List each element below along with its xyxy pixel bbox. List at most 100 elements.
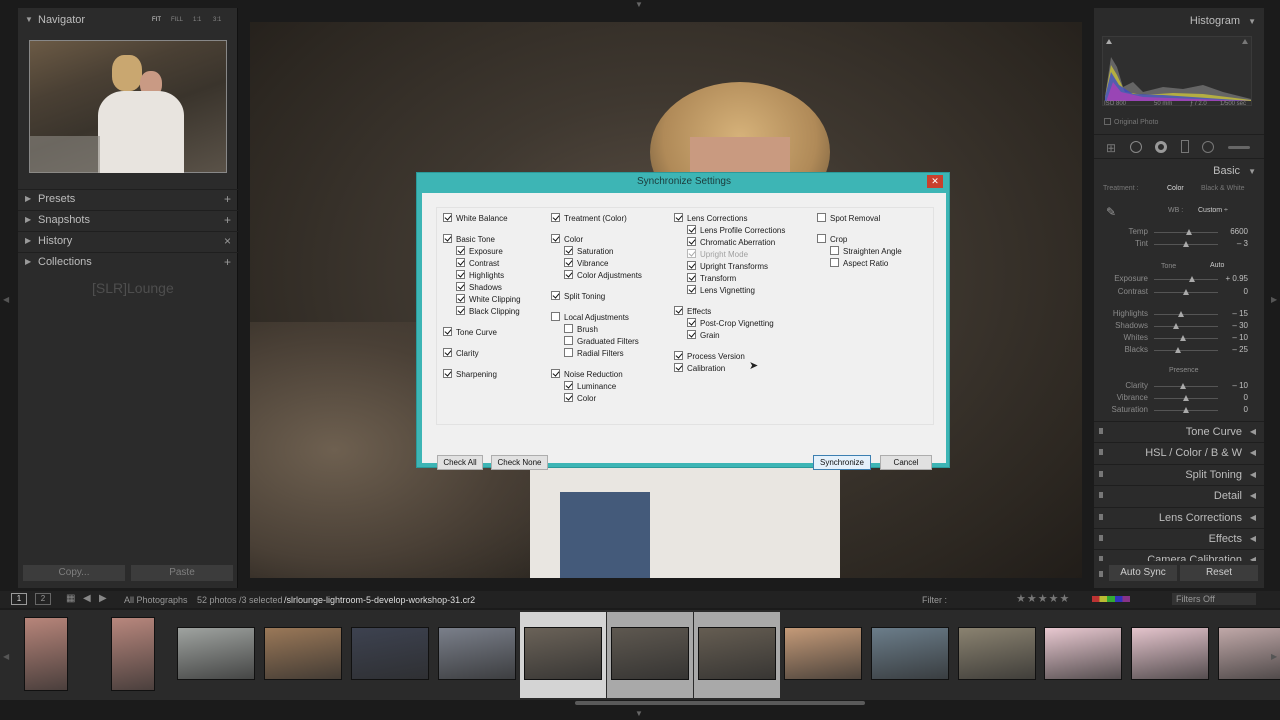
slider-knob[interactable] bbox=[1189, 276, 1196, 282]
checkbox-tone-curve[interactable]: Tone Curve bbox=[443, 327, 497, 338]
page-2-button[interactable]: 2 bbox=[35, 593, 51, 605]
add-snapshot-icon[interactable]: + bbox=[224, 213, 231, 227]
slider-blacks[interactable]: Blacks – 25 bbox=[1094, 345, 1264, 357]
checkbox-calibration[interactable]: Calibration bbox=[674, 363, 725, 374]
slider-contrast[interactable]: Contrast 0 bbox=[1094, 287, 1264, 299]
slider-value[interactable]: – 10 bbox=[1232, 381, 1248, 390]
zoom-fill[interactable]: FILL bbox=[171, 17, 183, 23]
wb-dropdown[interactable]: Custom ÷ bbox=[1198, 207, 1228, 214]
checkbox-white-clipping[interactable]: White Clipping bbox=[456, 294, 521, 305]
add-preset-icon[interactable]: + bbox=[224, 192, 231, 206]
sync-switch-icon[interactable] bbox=[1099, 571, 1103, 577]
cancel-button[interactable]: Cancel bbox=[880, 455, 932, 470]
slider-knob[interactable] bbox=[1183, 289, 1189, 295]
filmstrip-thumbnail[interactable] bbox=[1044, 627, 1123, 680]
panel-switch-icon[interactable] bbox=[1099, 514, 1103, 520]
color-label-filter[interactable] bbox=[1092, 596, 1130, 602]
panel-switch-icon[interactable] bbox=[1099, 449, 1103, 455]
collections-header[interactable]: ▶ Collections + bbox=[18, 252, 238, 272]
section-tone-curve[interactable]: Tone Curve ◀ bbox=[1094, 421, 1264, 442]
filmstrip-cell[interactable] bbox=[0, 612, 86, 698]
original-photo-toggle[interactable]: Original Photo bbox=[1104, 118, 1158, 126]
slider-value[interactable]: – 30 bbox=[1232, 321, 1248, 330]
panel-switch-icon[interactable] bbox=[1099, 535, 1103, 541]
slider-saturation[interactable]: Saturation 0 bbox=[1094, 405, 1264, 417]
navigator-preview[interactable] bbox=[29, 40, 227, 173]
wb-selector-icon[interactable]: ✎ bbox=[1106, 205, 1116, 219]
treatment-color[interactable]: Color bbox=[1167, 185, 1184, 192]
filmstrip-thumbnail[interactable] bbox=[264, 627, 343, 680]
filmstrip-cell[interactable] bbox=[520, 612, 607, 698]
slider-knob[interactable] bbox=[1173, 323, 1180, 329]
slider-knob[interactable] bbox=[1177, 311, 1184, 317]
slider-track[interactable] bbox=[1154, 314, 1218, 315]
checkbox-color[interactable]: Color bbox=[564, 393, 596, 404]
slider-tint[interactable]: Tint – 3 bbox=[1094, 239, 1264, 251]
copy-button[interactable]: Copy... bbox=[23, 565, 125, 581]
slider-vibrance[interactable]: Vibrance 0 bbox=[1094, 393, 1264, 405]
slider-clarity[interactable]: Clarity – 10 bbox=[1094, 381, 1264, 393]
slider-temp[interactable]: Temp 6600 bbox=[1094, 227, 1264, 239]
slider-value[interactable]: 6600 bbox=[1230, 227, 1248, 236]
filmstrip-left-icon[interactable]: ◀ bbox=[3, 652, 9, 661]
slider-value[interactable]: + 0.95 bbox=[1226, 274, 1248, 283]
panel-switch-icon[interactable] bbox=[1099, 428, 1103, 434]
presets-header[interactable]: ▶ Presets + bbox=[18, 189, 238, 209]
section-lens-corrections[interactable]: Lens Corrections ◀ bbox=[1094, 507, 1264, 528]
slider-value[interactable]: 0 bbox=[1244, 405, 1248, 414]
filmstrip-cell[interactable] bbox=[1127, 612, 1213, 698]
checkbox-color-adjustments[interactable]: Color Adjustments bbox=[564, 270, 642, 281]
graduated-filter-icon[interactable] bbox=[1181, 140, 1189, 153]
checkbox-straighten-angle[interactable]: Straighten Angle bbox=[830, 246, 902, 257]
filmstrip-cell[interactable] bbox=[867, 612, 953, 698]
zoom-fit[interactable]: FIT bbox=[152, 17, 161, 23]
back-arrow-icon[interactable]: ◀ bbox=[83, 593, 91, 604]
checkbox-crop[interactable]: Crop bbox=[817, 234, 847, 245]
top-panel-toggle-icon[interactable]: ▼ bbox=[635, 0, 643, 9]
slider-knob[interactable] bbox=[1186, 229, 1193, 235]
checkbox-vibrance[interactable]: Vibrance bbox=[564, 258, 608, 269]
checkbox-lens-vignetting[interactable]: Lens Vignetting bbox=[687, 285, 755, 296]
filmstrip-thumbnail[interactable] bbox=[1131, 627, 1210, 680]
filmstrip-thumbnail[interactable] bbox=[871, 627, 949, 680]
panel-switch-icon[interactable] bbox=[1099, 471, 1103, 477]
panel-switch-icon[interactable] bbox=[1099, 492, 1103, 498]
slider-knob[interactable] bbox=[1175, 347, 1182, 353]
filmstrip-thumbnail[interactable] bbox=[437, 627, 516, 680]
checkbox-chromatic-aberration[interactable]: Chromatic Aberration bbox=[687, 237, 775, 248]
slider-exposure[interactable]: Exposure + 0.95 bbox=[1094, 274, 1264, 286]
checkbox-shadows[interactable]: Shadows bbox=[456, 282, 502, 293]
slider-track[interactable] bbox=[1154, 350, 1218, 351]
navigator-header[interactable]: ▼ Navigator FIT FILL 1:1 3:1 bbox=[18, 11, 238, 31]
checkbox-noise-reduction[interactable]: Noise Reduction bbox=[551, 369, 623, 380]
section-hsl-color-b-w[interactable]: HSL / Color / B & W ◀ bbox=[1094, 442, 1264, 463]
checkbox-clarity[interactable]: Clarity bbox=[443, 348, 479, 359]
check-none-button[interactable]: Check None bbox=[491, 455, 548, 470]
paste-button[interactable]: Paste bbox=[131, 565, 233, 581]
filmstrip-cell[interactable] bbox=[260, 612, 346, 698]
checkbox-contrast[interactable]: Contrast bbox=[456, 258, 499, 269]
panel-switch-icon[interactable] bbox=[1099, 556, 1103, 561]
left-panel-toggle-icon[interactable]: ◀ bbox=[3, 295, 9, 304]
checkbox-spot-removal[interactable]: Spot Removal bbox=[817, 213, 880, 224]
filmstrip-thumbnail[interactable] bbox=[784, 627, 863, 680]
auto-sync-button[interactable]: Auto Sync bbox=[1109, 565, 1177, 581]
checkbox-saturation[interactable]: Saturation bbox=[564, 246, 613, 257]
slider-knob[interactable] bbox=[1183, 407, 1189, 413]
slider-value[interactable]: 0 bbox=[1244, 287, 1248, 296]
filmstrip-cell[interactable] bbox=[87, 612, 173, 698]
slider-shadows[interactable]: Shadows – 30 bbox=[1094, 321, 1264, 333]
histogram[interactable] bbox=[1102, 36, 1252, 106]
checkbox-split-toning[interactable]: Split Toning bbox=[551, 291, 605, 302]
filename[interactable]: /slrlounge-lightroom-5-develop-workshop-… bbox=[284, 595, 475, 605]
checkbox-luminance[interactable]: Luminance bbox=[564, 381, 616, 392]
add-collection-icon[interactable]: + bbox=[224, 255, 231, 269]
clear-history-icon[interactable]: × bbox=[224, 234, 231, 248]
zoom-1-1[interactable]: 1:1 bbox=[193, 17, 201, 23]
spot-removal-icon[interactable] bbox=[1130, 141, 1142, 153]
shadow-clipping-icon[interactable] bbox=[1106, 39, 1112, 44]
slider-track[interactable] bbox=[1154, 386, 1218, 387]
filmstrip-thumbnail[interactable] bbox=[110, 617, 155, 691]
synchronize-button[interactable]: Synchronize bbox=[813, 455, 871, 470]
checkbox-radial-filters[interactable]: Radial Filters bbox=[564, 348, 624, 359]
